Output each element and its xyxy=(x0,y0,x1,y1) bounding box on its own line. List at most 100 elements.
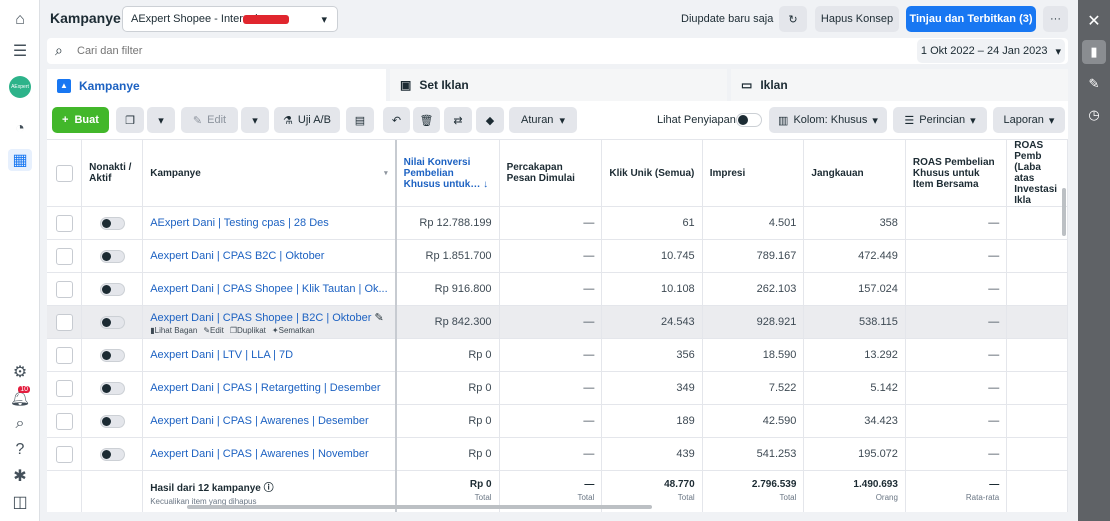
discard-drafts-button[interactable]: Hapus Konsep xyxy=(815,6,899,32)
col-label: Nilai Konversi Pembelian Khusus untuk… xyxy=(403,156,481,190)
menu-icon[interactable]: ☰ xyxy=(8,40,32,62)
campaign-link[interactable]: Aexpert Dani | CPAS Shopee | B2C | Oktob… xyxy=(150,312,371,324)
home-icon[interactable]: ⌂ xyxy=(8,9,32,31)
panel-icon[interactable]: ◫ xyxy=(8,491,32,513)
duplicate-dropdown[interactable]: ▾ xyxy=(147,107,175,133)
col-header-impressions[interactable]: Impresi xyxy=(702,140,805,207)
table-row[interactable]: Aexpert Dani | CPAS Shopee | B2C | Oktob… xyxy=(47,305,1068,339)
table-row[interactable]: Aexpert Dani | CPAS | Awarenes | Desembe… xyxy=(47,404,1068,438)
pencil-icon[interactable]: ✎ xyxy=(374,312,383,324)
col-header-toggle[interactable]: Nonakti / Aktif xyxy=(81,140,144,207)
account-selector[interactable]: AExpert Shopee - Internal ▾ xyxy=(122,6,338,32)
row-checkbox[interactable] xyxy=(55,313,73,331)
edit-action[interactable]: ✎Edit xyxy=(203,326,224,335)
help-icon[interactable]: ? xyxy=(8,439,32,461)
review-publish-button[interactable]: Tinjau dan Terbitkan (3) xyxy=(906,6,1036,32)
campaign-link[interactable]: Aexpert Dani | LTV | LLA | 7D xyxy=(150,349,293,361)
campaign-link[interactable]: Aexpert Dani | CPAS B2C | Oktober xyxy=(150,250,324,262)
close-icon[interactable]: ✕ xyxy=(1082,9,1106,33)
columns-dropdown[interactable]: ▥ Kolom: Khusus ▾ xyxy=(769,107,887,133)
export-button[interactable]: ⇄ xyxy=(444,107,472,133)
clipboard-button[interactable]: ▤ xyxy=(346,107,374,133)
row-checkbox[interactable] xyxy=(55,247,73,265)
account-avatar[interactable]: AExpert xyxy=(8,76,32,98)
table-grid-icon[interactable]: ▦ xyxy=(8,149,32,171)
campaign-link[interactable]: Aexpert Dani | CPAS | Awarenes | Desembe… xyxy=(150,415,369,427)
reports-dropdown[interactable]: Laporan ▾ xyxy=(993,107,1065,133)
edit-button[interactable]: ✎ Edit xyxy=(181,107,238,133)
breakdown-dropdown[interactable]: ☰ Perincian ▾ xyxy=(893,107,987,133)
table-row[interactable]: Aexpert Dani | CPAS Shopee | Klik Tautan… xyxy=(47,272,1068,306)
row-checkbox[interactable] xyxy=(55,412,73,430)
clock-icon[interactable]: ◷ xyxy=(1082,103,1106,127)
campaign-link[interactable]: AExpert Dani | Testing cpas | 28 Des xyxy=(150,217,329,229)
col-header-roas-shared[interactable]: ROAS Pembelian Khusus untuk Item Bersama xyxy=(905,140,1008,207)
rules-dropdown[interactable]: Aturan ▾ xyxy=(509,107,577,133)
view-chart-action[interactable]: ▮Lihat Bagan xyxy=(150,326,197,335)
tab-ad-sets[interactable]: ▣ Set Iklan xyxy=(390,69,727,101)
tab-campaigns[interactable]: ▲ Kampanye xyxy=(47,69,386,102)
ab-test-button[interactable]: ⚗ Uji A/B xyxy=(274,107,340,133)
row-checkbox[interactable] xyxy=(55,379,73,397)
col-header-reach[interactable]: Jangkauan xyxy=(803,140,906,207)
campaign-toggle[interactable] xyxy=(99,282,125,296)
vertical-scrollbar[interactable] xyxy=(1062,188,1066,236)
ad-icon: ▭ xyxy=(741,78,753,92)
campaign-link[interactable]: Aexpert Dani | CPAS | Retargetting | Des… xyxy=(150,382,380,394)
col-header-conversion-value[interactable]: Nilai Konversi Pembelian Khusus untuk… ↓ xyxy=(394,140,500,207)
tag-button[interactable]: ◆ xyxy=(476,107,504,133)
col-header-roas[interactable]: ROAS Pemb (Laba atas Investasi Ikla xyxy=(1006,140,1068,207)
table-row[interactable]: Aexpert Dani | CPAS | Awarenes | Novembe… xyxy=(47,437,1068,471)
gauge-icon[interactable]: ◔ xyxy=(8,118,32,140)
more-options-button[interactable]: ··· xyxy=(1043,6,1068,32)
campaign-link[interactable]: Aexpert Dani | CPAS Shopee | Klik Tautan… xyxy=(150,283,387,295)
redaction-mark xyxy=(243,15,289,24)
search-input[interactable] xyxy=(77,42,677,60)
campaign-toggle[interactable] xyxy=(99,381,125,395)
row-checkbox[interactable] xyxy=(55,280,73,298)
col-header-messages[interactable]: Percakapan Pesan Dimulai xyxy=(499,140,603,207)
col-header-campaign[interactable]: Kampanye ▾ xyxy=(142,140,397,207)
search-icon[interactable]: ⌕ xyxy=(8,413,32,435)
roas-cell xyxy=(1006,272,1068,306)
reach-cell: 538.115 xyxy=(803,305,906,339)
bug-icon[interactable]: ✱ xyxy=(8,465,32,487)
campaign-toggle[interactable] xyxy=(99,348,125,362)
col-header-unique-clicks[interactable]: Klik Unik (Semua) xyxy=(601,140,703,207)
roas-shared-cell: — xyxy=(905,239,1008,273)
impressions-cell: 4.501 xyxy=(702,206,805,240)
pencil-icon[interactable]: ✎ xyxy=(1082,72,1106,96)
delete-button[interactable]: 🗑︎ xyxy=(413,107,440,133)
row-toggle-cell xyxy=(81,371,144,405)
table-row[interactable]: Aexpert Dani | CPAS | Retargetting | Des… xyxy=(47,371,1068,405)
undo-button[interactable]: ↶ xyxy=(383,107,410,133)
table-row[interactable]: Aexpert Dani | CPAS B2C | Oktober Rp 1.8… xyxy=(47,239,1068,273)
notification-bell-icon[interactable]: 🔔︎ 10 xyxy=(8,386,32,409)
chart-icon[interactable]: ▮ xyxy=(1082,40,1106,64)
edit-dropdown[interactable]: ▾ xyxy=(241,107,269,133)
campaign-toggle[interactable] xyxy=(99,249,125,263)
preview-toggle[interactable] xyxy=(736,113,762,127)
pin-action[interactable]: ✦Sematkan xyxy=(272,326,315,335)
date-range-picker[interactable]: 1 Okt 2022 – 24 Jan 2023 ▾ xyxy=(917,39,1065,63)
horizontal-scrollbar[interactable] xyxy=(187,505,652,509)
campaign-toggle[interactable] xyxy=(99,315,125,329)
settings-icon[interactable]: ⚙ xyxy=(8,361,32,383)
row-checkbox[interactable] xyxy=(55,346,73,364)
table-row[interactable]: Aexpert Dani | LTV | LLA | 7D Rp 0 — 356… xyxy=(47,338,1068,372)
tab-ads[interactable]: ▭ Iklan xyxy=(731,69,1068,101)
campaign-link[interactable]: Aexpert Dani | CPAS | Awarenes | Novembe… xyxy=(150,448,369,460)
campaign-toggle[interactable] xyxy=(99,216,125,230)
duplicate-button[interactable]: ❐ xyxy=(116,107,144,133)
duplicate-action[interactable]: ❐Duplikat xyxy=(230,326,266,335)
updated-status: Diupdate baru saja xyxy=(681,13,774,25)
table-row[interactable]: AExpert Dani | Testing cpas | 28 Des Rp … xyxy=(47,206,1068,240)
select-all-checkbox[interactable] xyxy=(55,164,73,182)
campaign-toggle[interactable] xyxy=(99,414,125,428)
messages-cell: — xyxy=(499,206,603,240)
create-button[interactable]: + Buat xyxy=(52,107,109,133)
row-checkbox[interactable] xyxy=(55,214,73,232)
campaign-toggle[interactable] xyxy=(99,447,125,461)
refresh-button[interactable]: ↻ xyxy=(779,6,807,32)
row-checkbox[interactable] xyxy=(55,445,73,463)
